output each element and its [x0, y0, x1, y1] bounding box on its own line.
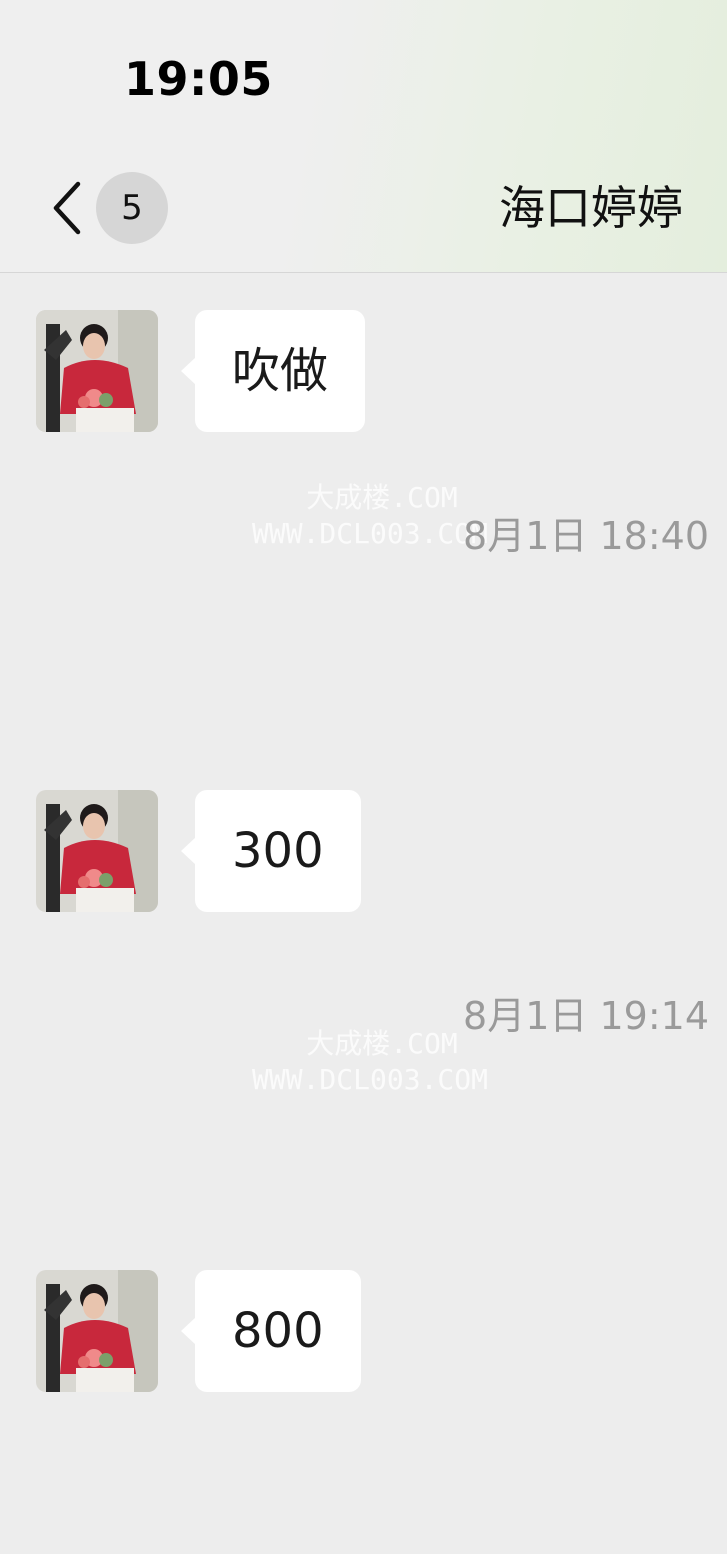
- status-bar-time: 19:05: [124, 52, 273, 106]
- watermark: 大成楼.COM WWW.DCL003.COM: [252, 481, 489, 550]
- message-bubble[interactable]: 吹做: [180, 310, 366, 432]
- contact-avatar[interactable]: [36, 790, 158, 912]
- avatar-photo: [36, 310, 158, 432]
- avatar-photo: [36, 1270, 158, 1392]
- message-bubble[interactable]: 800: [181, 1270, 361, 1392]
- message-timestamp: 8月1日 19:14: [463, 994, 709, 1038]
- back-button[interactable]: 5: [40, 172, 180, 244]
- contact-avatar[interactable]: [36, 1270, 158, 1392]
- chevron-left-icon: [53, 181, 81, 235]
- watermark: 大成楼.COM WWW.DCL003.COM: [252, 1027, 489, 1096]
- unread-count-badge: 5: [96, 172, 168, 244]
- contact-avatar[interactable]: [36, 310, 158, 432]
- navigation-bar: 19:05 5 海口婷婷: [0, 0, 727, 273]
- message-bubble[interactable]: 300: [181, 790, 361, 912]
- message-timestamp: 8月1日 18:40: [463, 514, 709, 558]
- chat-title[interactable]: 海口婷婷: [499, 178, 683, 238]
- avatar-photo: [36, 790, 158, 912]
